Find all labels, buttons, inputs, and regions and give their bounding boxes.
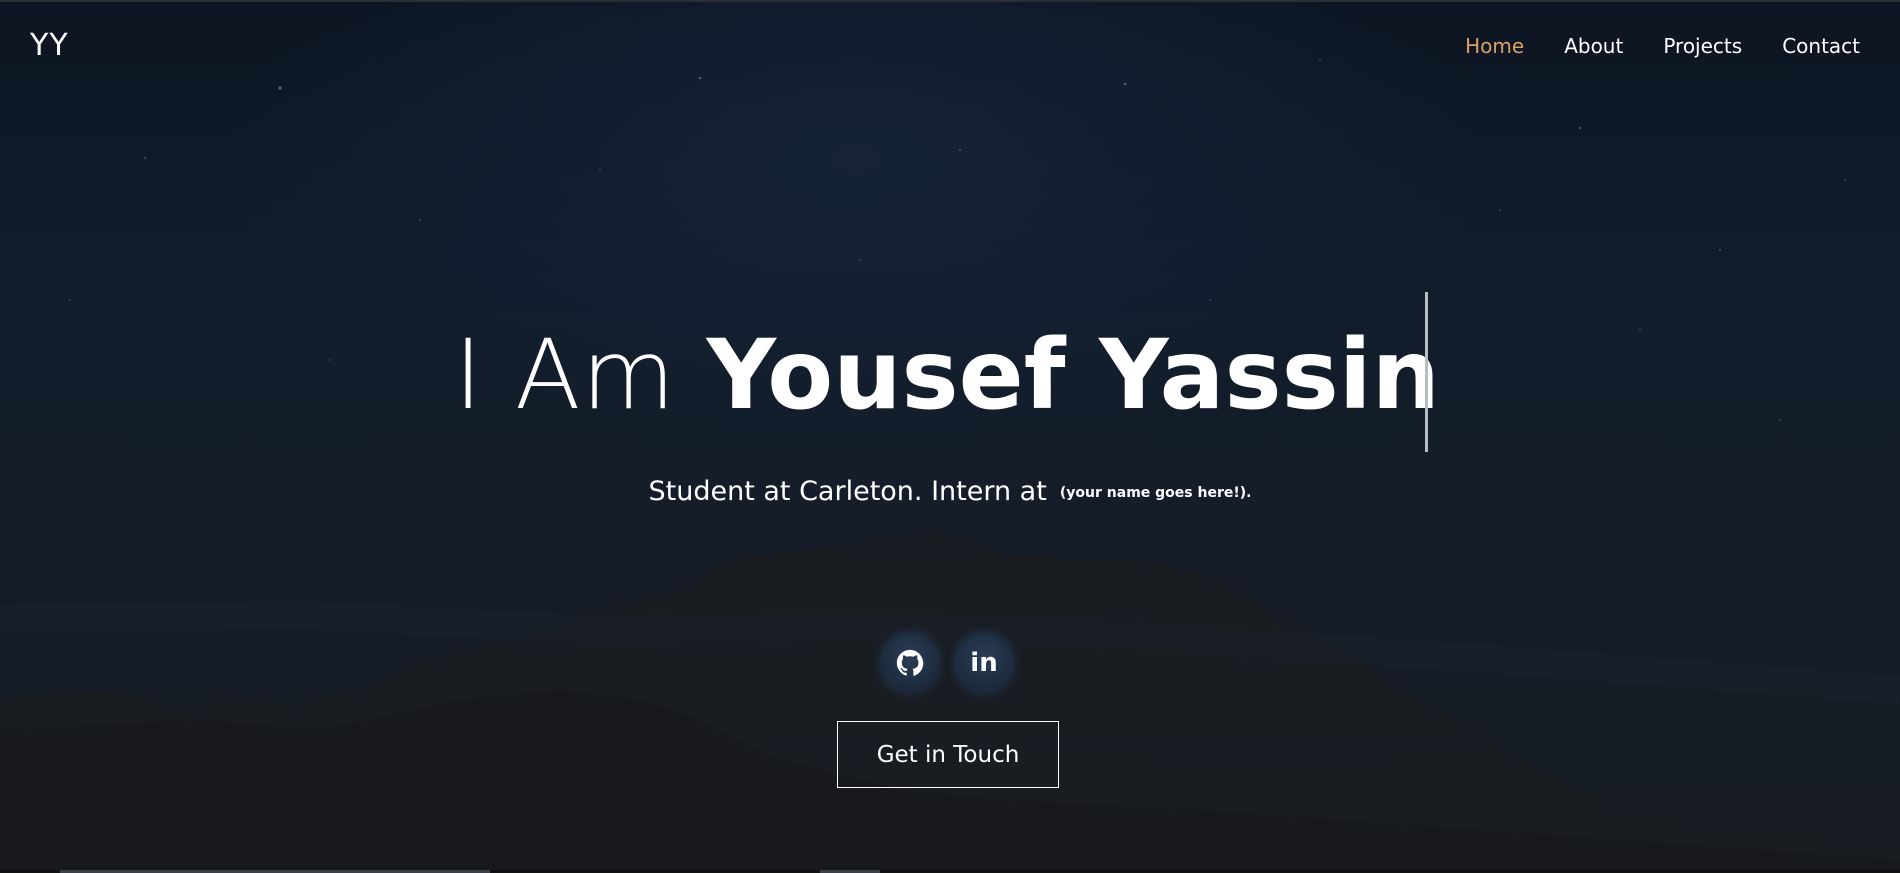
linkedin-icon: in (970, 648, 998, 678)
get-in-touch-button[interactable]: Get in Touch (837, 721, 1059, 788)
github-icon (896, 649, 924, 676)
linkedin-link[interactable]: in (954, 633, 1014, 693)
site-logo[interactable]: YY (30, 28, 69, 63)
typing-caret (1425, 292, 1428, 452)
nav-item-contact[interactable]: Contact (1782, 34, 1860, 58)
hero-heading-section: I Am Yousef Yassin (0, 292, 1900, 452)
headline-prefix: I Am (454, 319, 677, 431)
nav-item-home[interactable]: Home (1465, 34, 1524, 58)
nav-item-about[interactable]: About (1564, 34, 1623, 58)
subtitle-small: (your name goes here!). (1059, 485, 1252, 501)
subtitle-main: Student at Carleton. Intern at (648, 476, 1047, 507)
main-nav: Home About Projects Contact (1465, 34, 1860, 58)
hero-headline: I Am Yousef Yassin (454, 320, 1440, 430)
social-links: in (880, 633, 1014, 693)
hero-page: YY Home About Projects Contact I Am Yous… (0, 0, 1900, 873)
headline-name: Yousef Yassin (706, 319, 1440, 431)
github-link[interactable] (880, 633, 940, 693)
hero-subtitle: Student at Carleton. Intern at (your nam… (0, 476, 1900, 507)
nav-item-projects[interactable]: Projects (1663, 34, 1742, 58)
